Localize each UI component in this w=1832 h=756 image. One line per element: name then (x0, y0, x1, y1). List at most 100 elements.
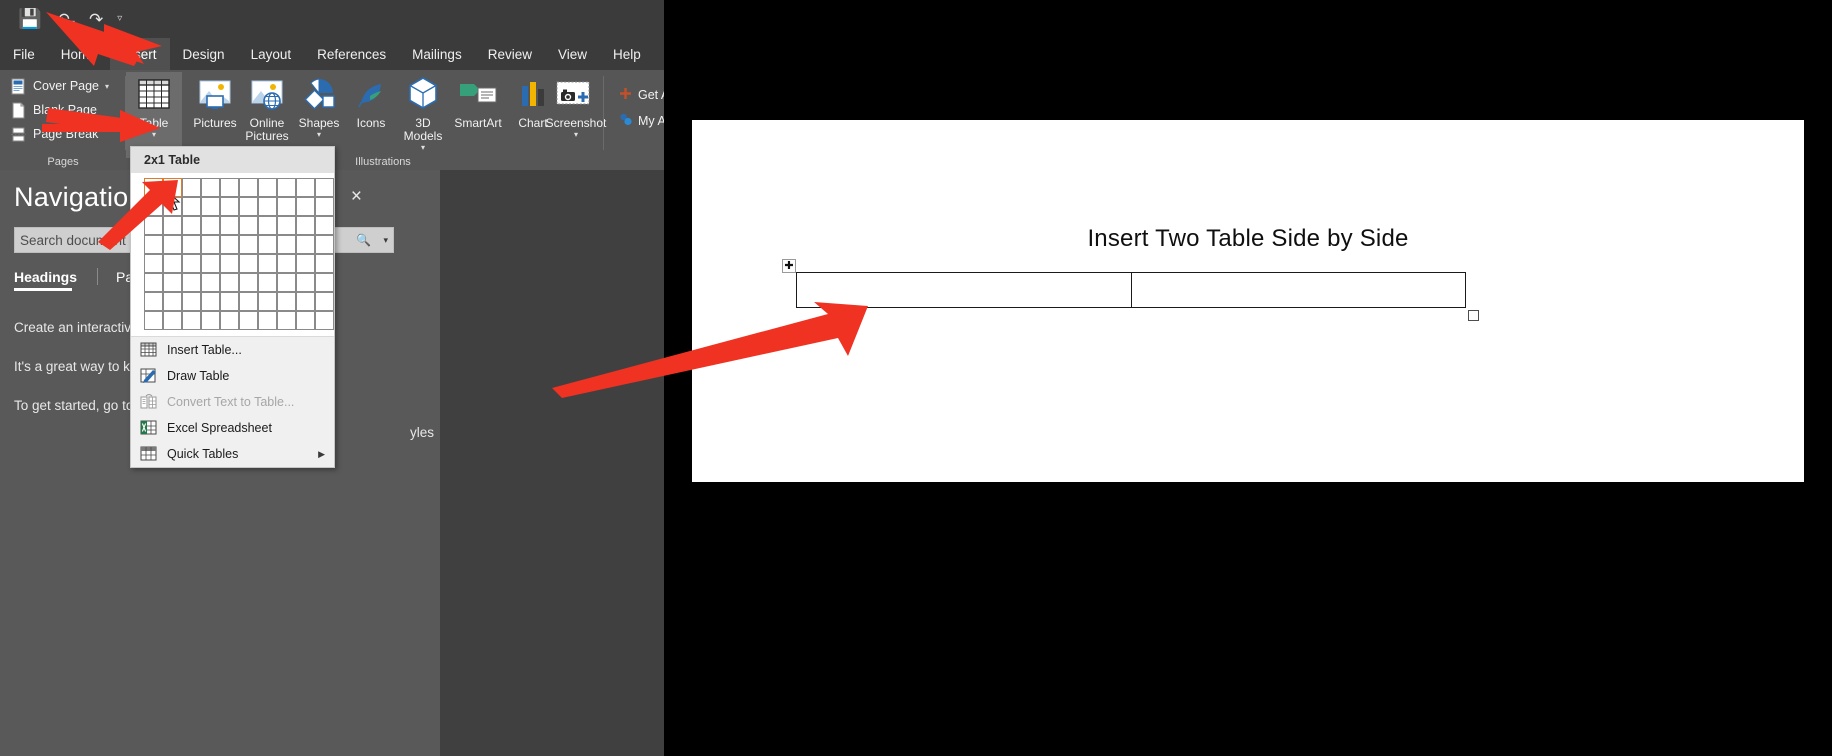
document-page[interactable]: Insert Two Table Side by Side ✚ (692, 120, 1804, 482)
grid-cell[interactable] (258, 273, 277, 292)
chevron-down-icon[interactable]: ▾ (105, 82, 109, 91)
grid-cell[interactable] (258, 292, 277, 311)
table-cell[interactable] (1132, 273, 1466, 307)
menu-item-quick-tables[interactable]: Quick Tables ▶ (131, 441, 334, 467)
redo-icon[interactable]: ↷ (89, 11, 103, 28)
menu-item-insert-table[interactable]: Insert Table... (131, 337, 334, 363)
grid-cell[interactable] (201, 273, 220, 292)
grid-cell-selected[interactable] (144, 178, 163, 197)
page-break-button[interactable]: Page Break (6, 122, 126, 146)
grid-cell[interactable] (182, 216, 201, 235)
grid-cell[interactable] (201, 197, 220, 216)
grid-cell[interactable] (296, 254, 315, 273)
chevron-down-icon[interactable]: ▾ (152, 130, 156, 139)
grid-cell[interactable] (258, 235, 277, 254)
tab-review[interactable]: Review (475, 38, 545, 70)
grid-cell[interactable] (220, 178, 239, 197)
grid-cell[interactable] (182, 292, 201, 311)
icons-button[interactable]: Icons (343, 72, 399, 158)
tab-mailings[interactable]: Mailings (399, 38, 475, 70)
grid-cell[interactable] (277, 216, 296, 235)
grid-cell[interactable] (182, 235, 201, 254)
grid-cell[interactable] (258, 197, 277, 216)
grid-cell[interactable] (239, 292, 258, 311)
grid-cell[interactable] (258, 311, 277, 330)
grid-cell[interactable] (163, 197, 182, 216)
grid-cell[interactable] (163, 273, 182, 292)
grid-cell[interactable] (258, 178, 277, 197)
save-icon[interactable]: 💾 (18, 10, 42, 29)
grid-cell[interactable] (182, 197, 201, 216)
blank-page-button[interactable]: Blank Page (6, 98, 126, 122)
grid-cell[interactable] (296, 178, 315, 197)
grid-cell[interactable] (315, 178, 334, 197)
grid-cell[interactable] (201, 216, 220, 235)
grid-cell[interactable] (277, 235, 296, 254)
search-icon[interactable]: 🔍 (356, 233, 371, 247)
grid-cell[interactable] (201, 254, 220, 273)
tab-insert[interactable]: Insert (109, 38, 170, 70)
grid-cell[interactable] (144, 254, 163, 273)
grid-cell[interactable] (182, 273, 201, 292)
tab-view[interactable]: View (545, 38, 600, 70)
grid-cell[interactable] (315, 273, 334, 292)
grid-cell[interactable] (296, 235, 315, 254)
grid-cell[interactable] (220, 273, 239, 292)
grid-cell[interactable] (144, 311, 163, 330)
grid-cell[interactable] (201, 178, 220, 197)
grid-cell[interactable] (296, 216, 315, 235)
smartart-button[interactable]: SmartArt (447, 72, 509, 158)
table-size-grid[interactable] (131, 173, 334, 336)
grid-cell[interactable] (315, 235, 334, 254)
grid-cell[interactable] (277, 292, 296, 311)
grid-cell[interactable] (163, 235, 182, 254)
grid-cell[interactable] (144, 197, 163, 216)
grid-cell[interactable] (239, 311, 258, 330)
grid-cell[interactable] (239, 235, 258, 254)
grid-cell[interactable] (220, 235, 239, 254)
tab-home[interactable]: Home (48, 38, 110, 70)
grid-cell[interactable] (239, 197, 258, 216)
close-icon[interactable]: × (351, 186, 362, 208)
grid-cell[interactable] (144, 235, 163, 254)
3d-models-button[interactable]: 3D Models ▾ (395, 72, 451, 158)
grid-cell[interactable] (239, 216, 258, 235)
table-resize-handle-icon[interactable] (1468, 310, 1479, 321)
grid-cell[interactable] (220, 292, 239, 311)
grid-cell[interactable] (163, 216, 182, 235)
grid-cell[interactable] (144, 216, 163, 235)
grid-cell[interactable] (201, 292, 220, 311)
grid-cell[interactable] (277, 311, 296, 330)
grid-cell[interactable] (220, 197, 239, 216)
grid-cell[interactable] (258, 216, 277, 235)
customize-quick-access-chevron-down-icon[interactable]: ▿ (117, 14, 122, 24)
grid-cell[interactable] (201, 311, 220, 330)
tab-file[interactable]: File (0, 38, 48, 70)
tab-design[interactable]: Design (170, 38, 238, 70)
grid-cell[interactable] (277, 178, 296, 197)
grid-cell[interactable] (277, 254, 296, 273)
menu-item-excel-spreadsheet[interactable]: Excel Spreadsheet (131, 415, 334, 441)
screenshot-button[interactable]: Screenshot ▾ (546, 72, 606, 158)
chevron-down-icon[interactable]: ▾ (421, 143, 425, 152)
grid-cell[interactable] (296, 292, 315, 311)
cover-page-button[interactable]: Cover Page ▾ (6, 74, 126, 98)
grid-cell[interactable] (182, 254, 201, 273)
grid-cell[interactable] (220, 254, 239, 273)
table-cell[interactable] (797, 273, 1132, 307)
grid-cell[interactable] (296, 197, 315, 216)
grid-cell[interactable] (315, 197, 334, 216)
grid-cell[interactable] (182, 178, 201, 197)
grid-cell[interactable] (296, 273, 315, 292)
grid-cell[interactable] (239, 178, 258, 197)
grid-cell[interactable] (201, 235, 220, 254)
grid-cell[interactable] (315, 292, 334, 311)
grid-cell[interactable] (144, 273, 163, 292)
tab-help[interactable]: Help (600, 38, 654, 70)
grid-cell[interactable] (220, 216, 239, 235)
grid-cell[interactable] (163, 254, 182, 273)
grid-cell[interactable] (144, 292, 163, 311)
grid-cell[interactable] (315, 254, 334, 273)
grid-cell[interactable] (277, 273, 296, 292)
nav-tab-headings[interactable]: Headings (14, 269, 97, 291)
